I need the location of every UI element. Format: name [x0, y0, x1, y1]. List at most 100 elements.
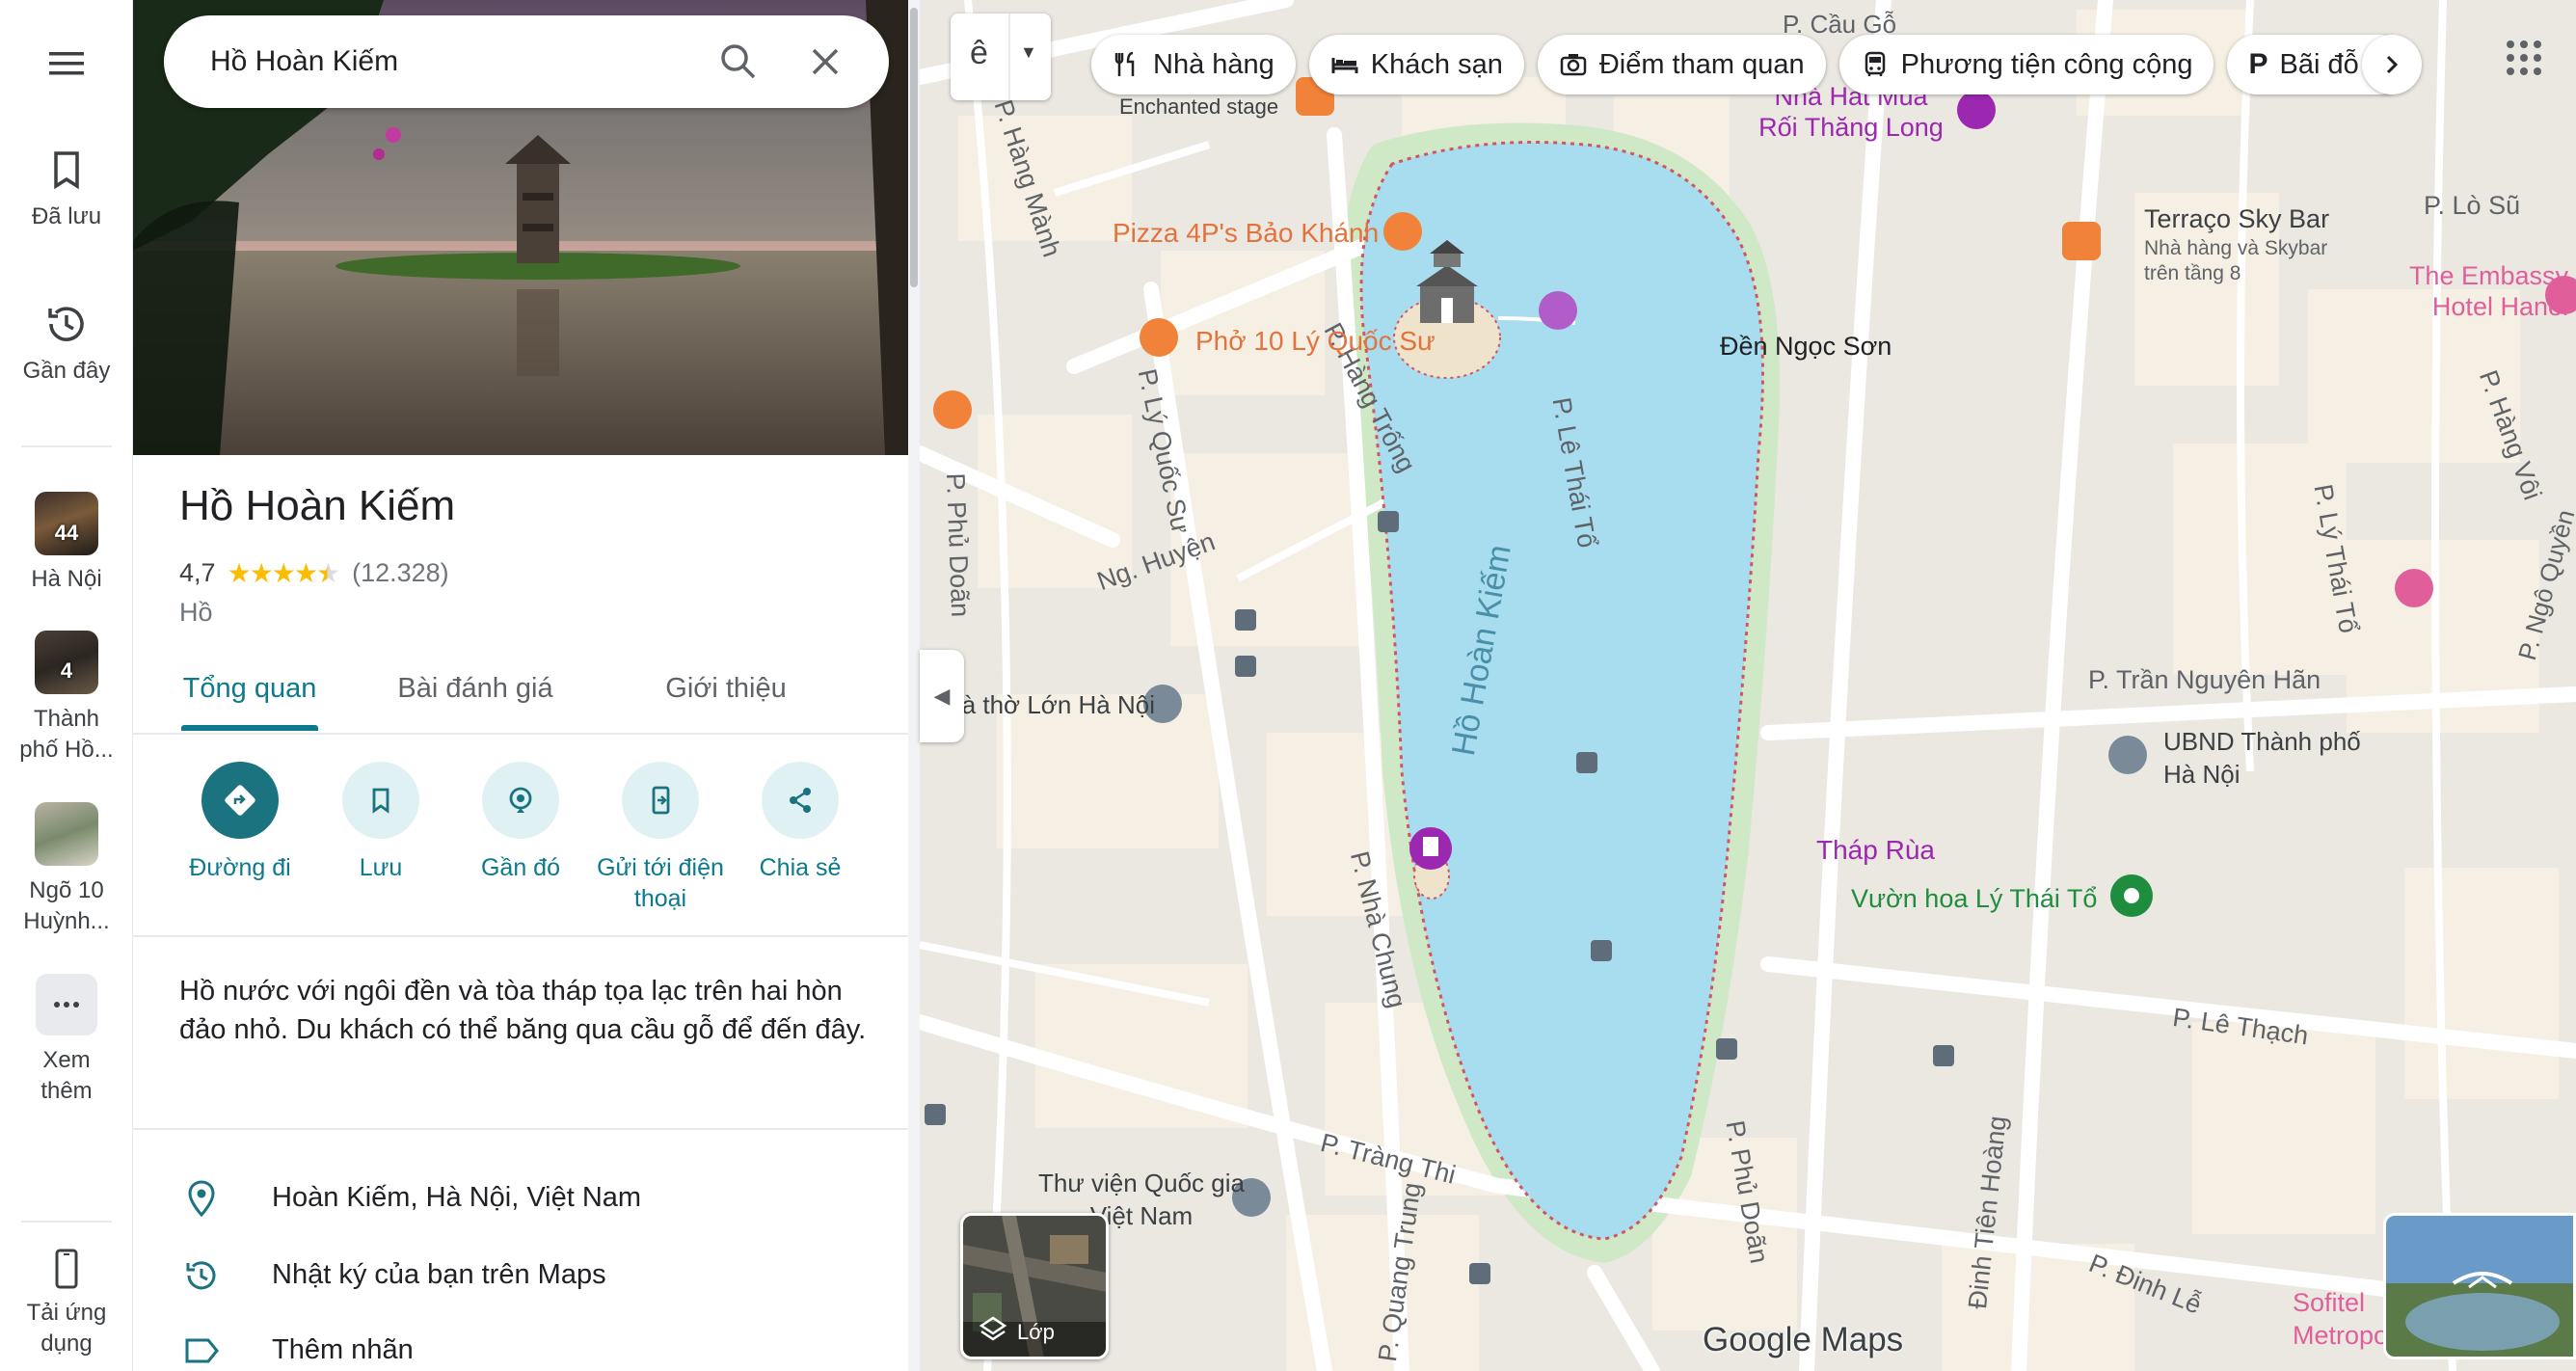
label-tag-icon: [185, 1338, 219, 1363]
scrollbar-thumb[interactable]: [910, 8, 918, 287]
chip-restaurants[interactable]: Nhà hàng: [1091, 35, 1296, 94]
map-label-tower[interactable]: Tháp Rùa: [1816, 835, 1935, 866]
place-title: Hồ Hoàn Kiếm: [179, 482, 456, 529]
directions-icon: [201, 762, 279, 839]
directions-label: Đường đi: [189, 854, 291, 881]
save-button[interactable]: Lưu: [309, 762, 453, 883]
chip-transit[interactable]: Phương tiện công cộng: [1838, 35, 2214, 94]
recent-label: Hà Nội: [31, 566, 102, 592]
rail-divider: [21, 1221, 112, 1223]
rating-stars: ★★★★★: [228, 557, 341, 589]
chip-label: Điểm tham quan: [1598, 48, 1805, 80]
chip-label: Khách sạn: [1370, 48, 1503, 80]
map-label-ubnd[interactable]: UBND Thành phố Hà Nội: [2163, 725, 2385, 791]
tab-about[interactable]: Giới thiệu: [634, 673, 818, 705]
divider: [133, 935, 908, 937]
map-label-pho[interactable]: Phở 10 Lý Quốc Sư: [1195, 326, 1436, 357]
timeline-text: Nhật ký của bạn trên Maps: [272, 1259, 606, 1290]
add-label-row[interactable]: Thêm nhãn: [133, 1317, 908, 1371]
collapse-panel-button[interactable]: ◀: [920, 650, 964, 742]
map-label-street: P. Lò Sũ: [2424, 191, 2521, 220]
bus-icon: [1865, 51, 1885, 76]
map-label-terraco[interactable]: Terraço Sky Bar: [2144, 204, 2329, 234]
tab-overview[interactable]: Tổng quan: [181, 673, 318, 705]
recent-item-hcmc[interactable]: 4 Thành phố Hồ...: [0, 631, 133, 766]
rating-value: 4,7: [179, 558, 216, 587]
map-label-garden[interactable]: Vườn hoa Lý Thái Tổ: [1851, 884, 2097, 914]
search-icon[interactable]: [713, 37, 764, 87]
recent-item-ngo10[interactable]: Ngõ 10 Huỳnh...: [0, 802, 133, 937]
nearby-icon: [482, 762, 559, 839]
parking-icon: P: [2248, 48, 2268, 80]
nearby-button[interactable]: Gần đó: [448, 762, 593, 883]
map-label-church[interactable]: Nhà thờ Lớn Hà Nội: [962, 690, 1155, 720]
menu-button[interactable]: [0, 39, 133, 96]
timeline-row[interactable]: Nhật ký của bạn trên Maps: [133, 1242, 908, 1309]
location-pin-icon: [188, 1180, 215, 1218]
recent-thumbnail: 44: [35, 492, 98, 555]
address-row[interactable]: Hoàn Kiếm, Hà Nội, Việt Nam: [133, 1165, 908, 1232]
bed-icon: [1331, 58, 1358, 73]
tab-reviews[interactable]: Bài đánh giá: [374, 673, 577, 705]
chip-label: Bãi đỗ: [2279, 48, 2359, 80]
map-label-temple[interactable]: Đền Ngọc Sơn: [1720, 332, 1892, 362]
search-input[interactable]: [208, 40, 710, 83]
chevron-down-icon[interactable]: ▼: [1020, 42, 1037, 63]
history-icon: [48, 307, 84, 341]
share-button[interactable]: Chia sẻ: [728, 762, 872, 883]
recent-label: Thành phố Hồ...: [19, 706, 114, 763]
chip-hotels[interactable]: Khách sạn: [1308, 35, 1524, 94]
close-icon[interactable]: [800, 37, 850, 87]
review-count[interactable]: (12.328): [352, 558, 449, 588]
input-tools-glyph: ê: [970, 35, 988, 71]
send-to-phone-button[interactable]: Gửi tới điện thoại: [588, 762, 733, 914]
layers-button[interactable]: Lớp: [960, 1213, 1109, 1359]
send-to-phone-icon: [622, 762, 699, 839]
map-label-terraco-sub: Nhà hàng và Skybar trên tầng 8: [2144, 237, 2328, 284]
star-icon: ★: [249, 558, 274, 588]
send-to-phone-label: Gửi tới điện thoại: [597, 854, 724, 912]
divider: [133, 1128, 908, 1130]
half-star-icon: ★: [315, 558, 340, 588]
directions-button[interactable]: Đường đi: [168, 762, 312, 883]
layers-label: Lớp: [1017, 1320, 1055, 1344]
share-label: Chia sẻ: [759, 854, 842, 881]
chevron-right-icon: [2386, 55, 2399, 74]
chip-attractions[interactable]: Điểm tham quan: [1537, 35, 1826, 94]
map-label-street: P. Trần Nguyên Hãn: [2088, 665, 2321, 694]
get-app-label: Tải ứng dụng: [26, 1300, 107, 1357]
phone-icon: [55, 1249, 78, 1289]
bookmark-icon: [342, 762, 419, 839]
more-button[interactable]: Xem thêm: [0, 974, 133, 1107]
rail-divider: [21, 445, 112, 447]
apps-grid-icon[interactable]: [2501, 35, 2547, 81]
street-view-thumbnail[interactable]: [2383, 1213, 2576, 1359]
chips-scroll-right-button[interactable]: [2362, 35, 2422, 94]
place-panel: Hồ Hoàn Kiếm 4,7 ★★★★★ (12.328) Hồ Tổng …: [133, 0, 920, 1371]
nearby-label: Gần đó: [480, 854, 560, 881]
hamburger-menu-icon: [49, 52, 84, 75]
recent-label: Gần đây: [22, 358, 111, 384]
search-box: [164, 15, 889, 108]
recent-item-hanoi[interactable]: 44 Hà Nội: [0, 492, 133, 594]
map-label-embassy[interactable]: The Embassy Hotel Hanoi: [2375, 260, 2568, 322]
layers-icon: [979, 1316, 1007, 1341]
place-category[interactable]: Hồ: [179, 598, 213, 628]
share-icon: [762, 762, 839, 839]
map-canvas[interactable]: P. Cầu Gỗ P. Lò Sũ P. Hàng Mành P. Lý Qu…: [920, 0, 2576, 1371]
address-text: Hoàn Kiếm, Hà Nội, Việt Nam: [272, 1182, 642, 1213]
input-tools-button[interactable]: ê ▼: [951, 13, 1051, 100]
street-view-image: [2386, 1216, 2573, 1357]
map-label-enchanted[interactable]: Enchanted stage: [1119, 94, 1278, 120]
recent-button[interactable]: Gần đây: [0, 299, 133, 386]
get-app-button[interactable]: Tải ứng dụng: [0, 1244, 133, 1359]
saved-label: Đã lưu: [31, 203, 102, 229]
saved-button[interactable]: Đã lưu: [0, 145, 133, 231]
more-label: Xem thêm: [40, 1047, 93, 1104]
map-label-pizza[interactable]: Pizza 4P's Bảo Khánh: [1113, 218, 1379, 249]
chevron-left-icon: ◀: [933, 684, 951, 708]
panel-scrollbar[interactable]: [908, 0, 920, 1371]
recent-thumbnail: [35, 802, 98, 866]
recent-count: 4: [60, 659, 73, 683]
history-icon: [186, 1261, 216, 1290]
